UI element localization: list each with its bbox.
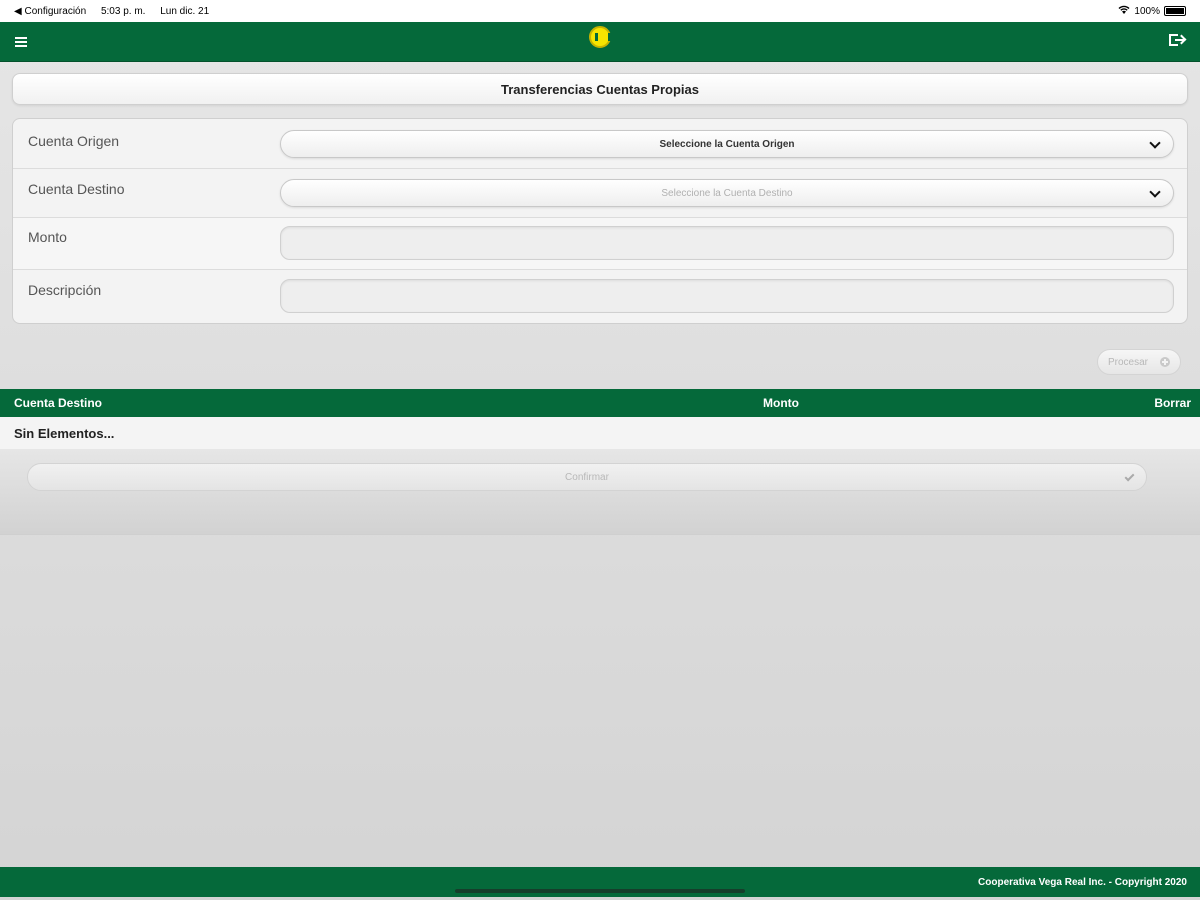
column-header-borrar: Borrar xyxy=(1154,396,1191,410)
copyright-text: Cooperativa Vega Real Inc. - Copyright 2… xyxy=(978,876,1187,888)
back-to-app-link[interactable]: ◀ Configuración xyxy=(14,6,86,17)
status-time: 5:03 p. m. xyxy=(100,5,146,17)
procesar-label: Procesar xyxy=(1108,356,1149,368)
table-header: Cuenta Destino Monto Borrar xyxy=(0,389,1200,417)
descripcion-input[interactable] xyxy=(280,279,1174,313)
column-header-cuenta-destino: Cuenta Destino xyxy=(14,396,103,410)
descripcion-label: Descripción xyxy=(28,282,102,298)
checkmark-icon xyxy=(1124,471,1135,482)
logout-icon[interactable] xyxy=(1166,30,1188,52)
cuenta-origen-select[interactable]: Seleccione la Cuenta Origen xyxy=(280,130,1174,158)
battery-percent: 100% xyxy=(1134,5,1160,17)
form-row-cuenta-origen: Cuenta Origen Seleccione la Cuenta Orige… xyxy=(13,119,1187,169)
home-indicator[interactable] xyxy=(455,889,745,893)
chevron-down-icon xyxy=(1149,137,1161,149)
form-row-cuenta-destino: Cuenta Destino Seleccione la Cuenta Dest… xyxy=(13,169,1187,218)
cooperative-logo-icon xyxy=(589,26,611,48)
status-bar: ◀ Configuración 5:03 p. m. Lun dic. 21 1… xyxy=(0,0,1200,22)
confirmar-label: Confirmar xyxy=(565,471,609,483)
plus-icon xyxy=(1160,357,1170,367)
cuenta-origen-label: Cuenta Origen xyxy=(28,133,120,149)
hamburger-icon[interactable] xyxy=(12,32,32,52)
app-header xyxy=(0,22,1200,62)
table-empty-row: Sin Elementos... xyxy=(0,417,1200,449)
empty-text: Sin Elementos... xyxy=(14,425,115,441)
monto-label: Monto xyxy=(28,229,67,245)
form-row-descripcion: Descripción xyxy=(13,270,1187,323)
cuenta-destino-placeholder: Seleccione la Cuenta Destino xyxy=(661,187,793,199)
transfer-form: Cuenta Origen Seleccione la Cuenta Orige… xyxy=(12,118,1188,324)
form-row-monto: Monto xyxy=(13,218,1187,270)
status-right: 100% xyxy=(1118,5,1186,18)
status-left: ◀ Configuración 5:03 p. m. Lun dic. 21 xyxy=(14,6,221,17)
cuenta-origen-placeholder: Seleccione la Cuenta Origen xyxy=(659,138,795,150)
page-title: Transferencias Cuentas Propias xyxy=(12,73,1188,105)
cuenta-destino-label: Cuenta Destino xyxy=(28,181,125,197)
confirm-area: Confirmar xyxy=(0,449,1200,535)
cuenta-destino-select[interactable]: Seleccione la Cuenta Destino xyxy=(280,179,1174,207)
battery-icon xyxy=(1164,6,1186,16)
wifi-icon xyxy=(1118,5,1130,18)
status-date: Lun dic. 21 xyxy=(160,5,210,17)
chevron-down-icon xyxy=(1149,186,1161,198)
column-header-monto: Monto xyxy=(763,396,799,410)
confirmar-button[interactable]: Confirmar xyxy=(27,463,1147,491)
procesar-button[interactable]: Procesar xyxy=(1097,349,1181,375)
monto-input[interactable] xyxy=(280,226,1174,260)
